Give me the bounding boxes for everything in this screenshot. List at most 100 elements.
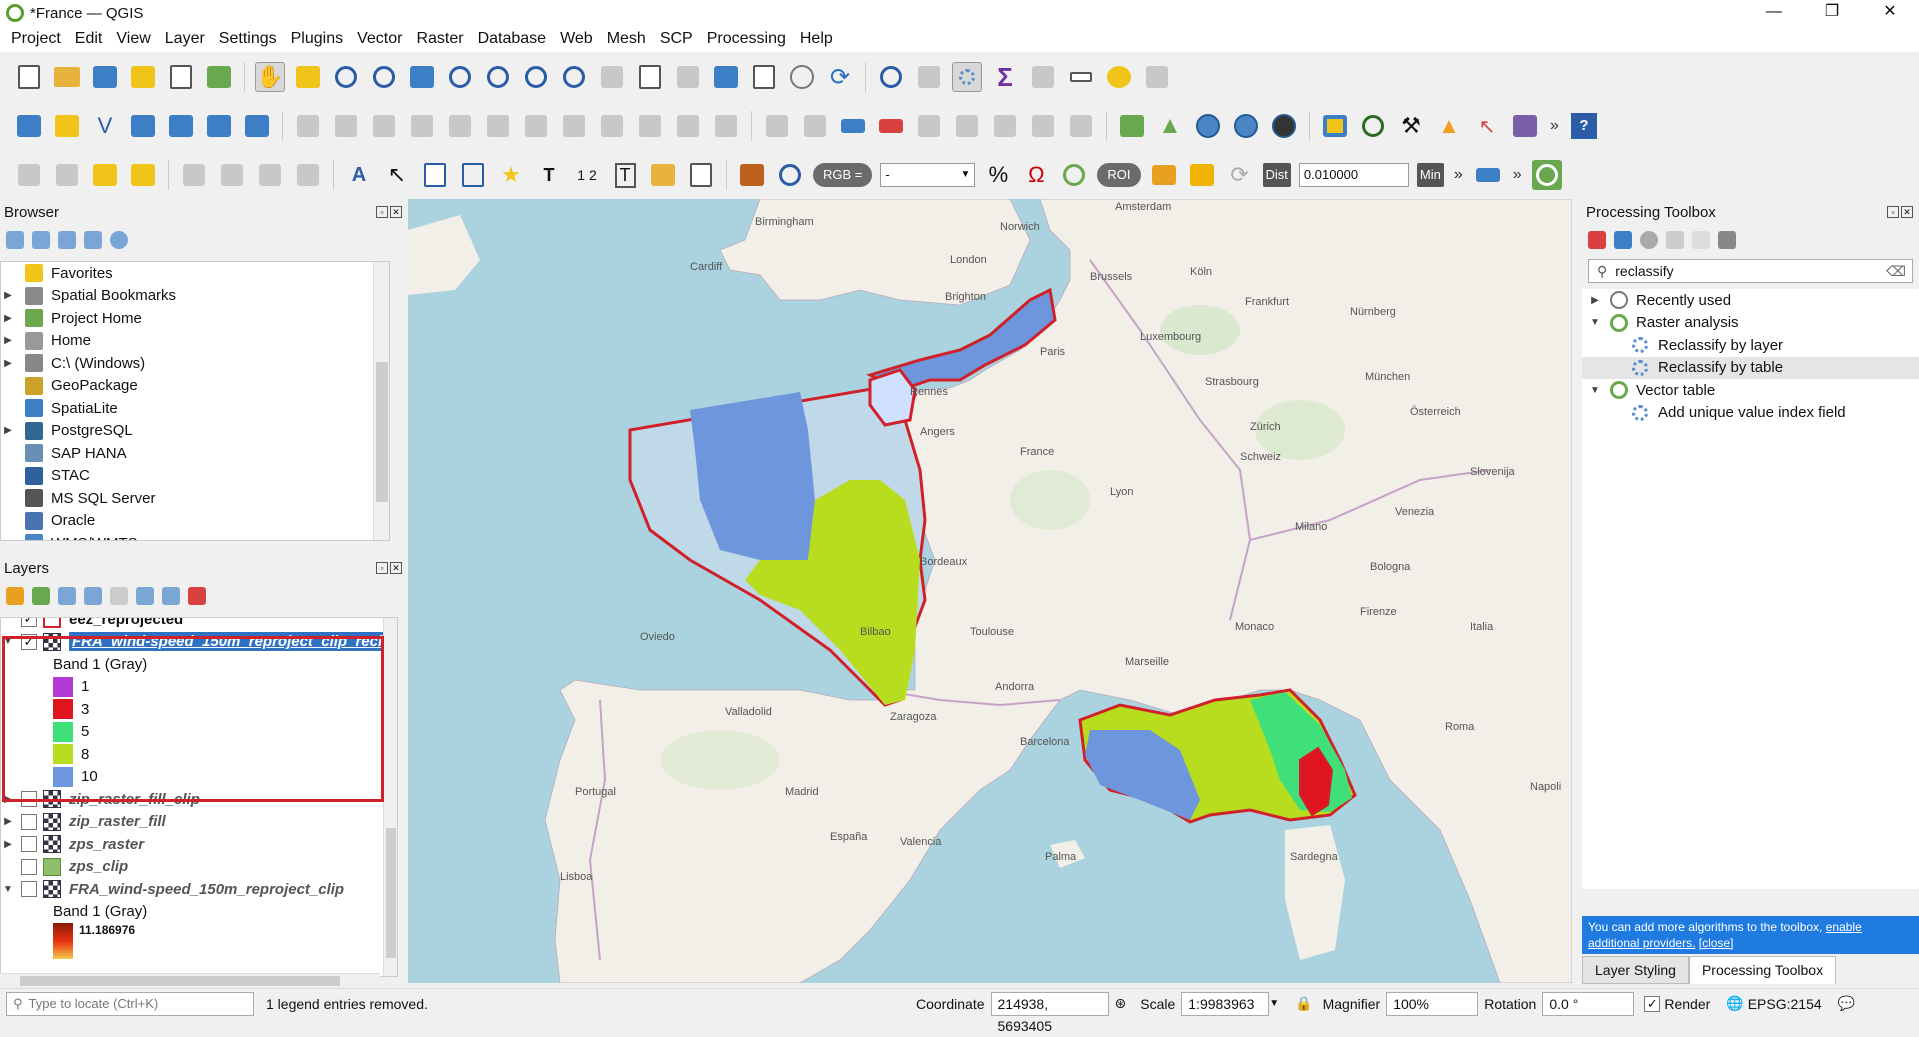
save-project-icon[interactable] — [90, 62, 120, 92]
add-polygon-icon[interactable] — [420, 160, 450, 190]
menu-raster[interactable]: Raster — [409, 30, 470, 48]
layer-wind-original-checkbox[interactable] — [21, 881, 37, 898]
info-icon[interactable] — [110, 231, 128, 249]
menu-vector[interactable]: Vector — [350, 30, 409, 48]
identify-features-icon[interactable] — [876, 62, 906, 92]
undock-processing-icon[interactable]: ▫ — [1887, 206, 1899, 218]
scp-zoom-roi-icon[interactable] — [1059, 160, 1089, 190]
layer-row[interactable]: zps_clip — [1, 856, 397, 879]
browser-item[interactable]: ▶ PostgreSQL — [1, 420, 389, 443]
label-text-icon[interactable]: A — [344, 160, 374, 190]
zoom-to-layer-icon[interactable] — [483, 62, 513, 92]
zoom-out-icon[interactable] — [369, 62, 399, 92]
python-console-icon[interactable] — [1320, 111, 1350, 141]
layer-row[interactable]: ▶ zps_raster — [1, 833, 397, 856]
new-3d-view-icon[interactable] — [673, 62, 703, 92]
restore-button[interactable]: ❐ — [1803, 0, 1861, 26]
close-layers-icon[interactable]: ✕ — [390, 562, 402, 574]
expand-arrow-icon[interactable]: ▶ — [1, 538, 15, 540]
expand-arrow-icon[interactable]: ▶ — [1, 816, 15, 827]
group-recently-used[interactable]: ▶ Recently used — [1582, 289, 1919, 312]
browser-item[interactable]: SpatiaLite — [1, 397, 389, 420]
field-calculator-icon[interactable] — [1028, 62, 1058, 92]
legend-class[interactable]: 10 — [1, 766, 397, 789]
map-canvas[interactable]: Birmingham Norwich Cardiff London Brighton Am… — [408, 199, 1572, 983]
expand-arrow-icon[interactable]: ▶ — [1, 313, 15, 324]
menu-plugins[interactable]: Plugins — [284, 30, 350, 48]
layer-eez-checkbox[interactable]: ✓ — [21, 618, 37, 628]
models-icon[interactable] — [1588, 231, 1606, 249]
filter-browser-icon[interactable] — [58, 231, 76, 249]
options-icon[interactable] — [1718, 231, 1736, 249]
plugin-disabled-icon[interactable] — [1142, 62, 1172, 92]
rotation-field[interactable]: 0.0 ° — [1542, 991, 1635, 1016]
new-map-view-icon[interactable] — [635, 62, 665, 92]
layer-checkbox[interactable] — [21, 836, 37, 853]
satellite-icon[interactable] — [1510, 111, 1540, 141]
expand-arrow-icon[interactable]: ▶ — [1, 335, 15, 346]
layers-hscroll[interactable] — [0, 973, 380, 987]
locator-search-icon[interactable] — [1531, 160, 1562, 190]
text-frame-icon[interactable]: T — [610, 160, 640, 190]
scp-icon[interactable]: ▲ — [1434, 111, 1464, 141]
pan-to-selection-icon[interactable] — [293, 62, 323, 92]
layer-row[interactable]: ▶ zip_raster_fill_clip — [1, 788, 397, 811]
star-annotation-icon[interactable]: ★ — [496, 160, 526, 190]
layer-eez[interactable]: ✓ eez_reprojected — [1, 618, 397, 631]
filter-expression-icon[interactable] — [110, 587, 128, 605]
expand-arrow-icon[interactable]: ▶ — [1, 425, 15, 436]
browser-item[interactable]: MS SQL Server — [1, 487, 389, 510]
edit-features-in-place-icon[interactable] — [1692, 231, 1710, 249]
menu-database[interactable]: Database — [471, 30, 554, 48]
add-line-icon[interactable] — [458, 160, 488, 190]
expand-arrow-icon[interactable]: ▶ — [1, 794, 15, 805]
add-vector-layer-icon[interactable]: V — [90, 111, 120, 141]
menu-mesh[interactable]: Mesh — [600, 30, 653, 48]
legend-class[interactable]: 1 — [1, 676, 397, 699]
search-tool-icon[interactable] — [1358, 111, 1388, 141]
group-raster-analysis[interactable]: ▼ Raster analysis — [1582, 312, 1919, 335]
new-project-icon[interactable] — [14, 62, 44, 92]
close-processing-icon[interactable]: ✕ — [1901, 206, 1913, 218]
browser-item[interactable]: Favorites — [1, 262, 389, 285]
scripts-icon[interactable] — [1614, 231, 1632, 249]
layer-checkbox[interactable] — [21, 791, 37, 808]
crs-globe-icon[interactable]: 🌐 — [1726, 995, 1743, 1012]
new-print-layout-icon[interactable] — [128, 62, 158, 92]
toolbar3-overflow-2-icon[interactable]: » — [1513, 166, 1522, 184]
lock-scale-icon[interactable]: 🔒 — [1295, 995, 1312, 1012]
browser-item[interactable]: GeoPackage — [1, 375, 389, 398]
add-delimited-text-icon[interactable] — [128, 111, 158, 141]
menu-help[interactable]: Help — [793, 30, 840, 48]
pointer-tool-icon[interactable]: ↖ — [1472, 111, 1502, 141]
new-geopackage-icon[interactable] — [52, 111, 82, 141]
new-bookmark-icon[interactable] — [711, 62, 741, 92]
undock-layers-icon[interactable]: ▫ — [376, 562, 388, 574]
toolbar3-overflow-icon[interactable]: » — [1454, 166, 1463, 184]
temporal-controller-icon[interactable] — [787, 62, 817, 92]
expand-all-icon[interactable] — [136, 587, 154, 605]
menu-edit[interactable]: Edit — [68, 30, 110, 48]
layer-wind-reclass[interactable]: ▼ ✓ FRA_wind-speed_150m_reproject_clip_r… — [1, 631, 397, 654]
scp-roi-add-icon[interactable] — [1187, 160, 1217, 190]
close-button[interactable]: ✕ — [1861, 0, 1919, 26]
label-toolbar-icon[interactable] — [876, 111, 906, 141]
zoom-last-icon[interactable] — [559, 62, 589, 92]
browser-item[interactable]: STAC — [1, 465, 389, 488]
browser-item[interactable]: Oracle — [1, 510, 389, 533]
clear-search-icon[interactable]: ⌫ — [1886, 263, 1906, 280]
add-vector-tile-icon[interactable] — [242, 111, 272, 141]
refresh-browser-icon[interactable] — [32, 231, 50, 249]
history-icon[interactable] — [1640, 231, 1658, 249]
add-layer-icon[interactable] — [6, 231, 24, 249]
coordinate-toggle-icon[interactable]: ⊛ — [1115, 995, 1127, 1012]
legend-class[interactable]: 3 — [1, 698, 397, 721]
scale-field[interactable]: 1:9983963 — [1181, 991, 1270, 1016]
coordinate-field[interactable]: 214938, 5693405 — [990, 991, 1109, 1034]
minimize-button[interactable]: — — [1745, 0, 1803, 26]
filter-legend-icon[interactable] — [84, 587, 102, 605]
layout-manager-icon[interactable] — [166, 62, 196, 92]
tools-icon[interactable]: ⚒ — [1396, 111, 1426, 141]
close-panel-icon[interactable]: ✕ — [390, 206, 402, 218]
toolbar-overflow-icon[interactable]: » — [1550, 117, 1559, 135]
